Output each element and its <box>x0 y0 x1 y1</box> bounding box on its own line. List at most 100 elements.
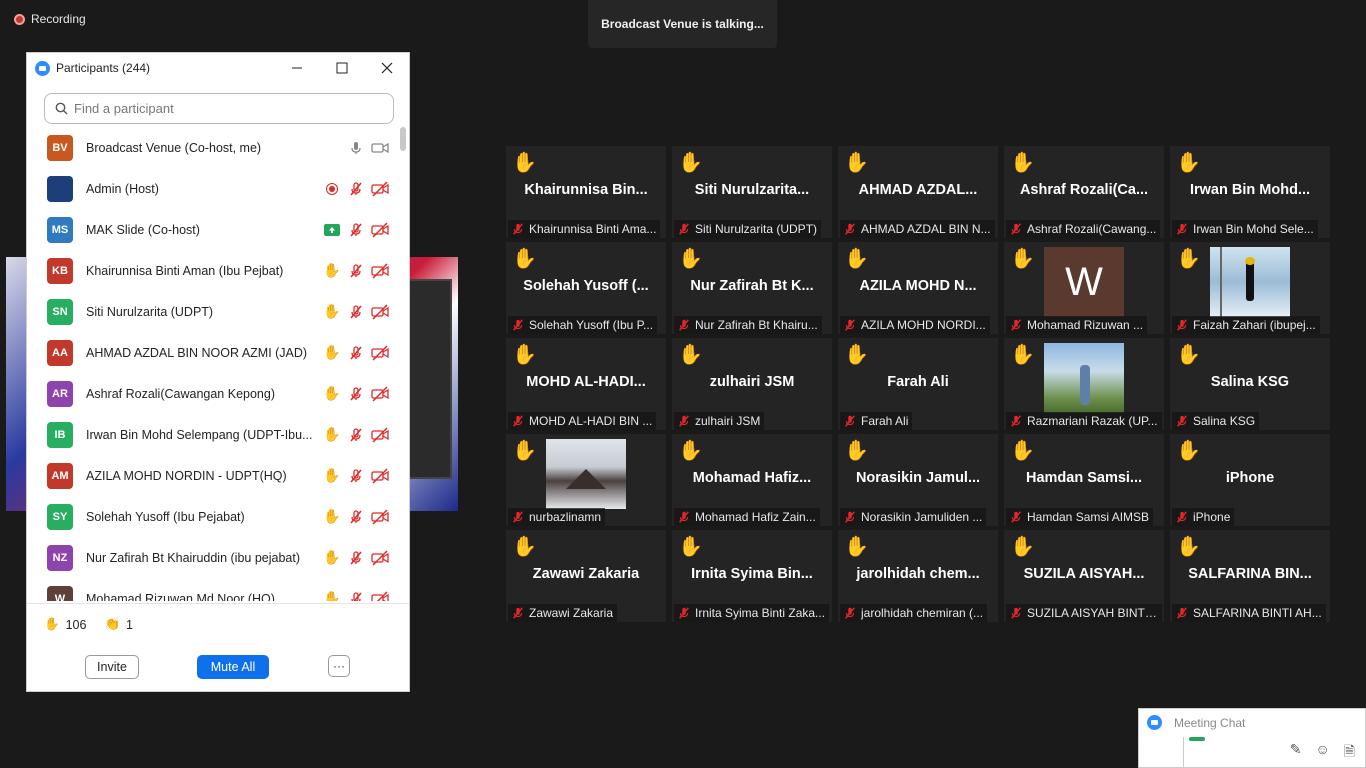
participant-row[interactable]: AM AZILA MOHD NORDIN - UDPT(HQ) ✋ <box>27 455 399 496</box>
avatar: AA <box>47 339 73 366</box>
tile-name-text: Irwan Bin Mohd Sele... <box>1193 222 1314 236</box>
tile-display-name: zulhairi JSM <box>709 374 795 390</box>
video-tile[interactable]: ✋ Farah Ali Farah Ali <box>838 338 998 430</box>
recording-indicator[interactable]: Recording <box>14 12 86 26</box>
participant-row[interactable]: SY Solehah Yusoff (Ibu Pejabat) ✋ <box>27 496 399 537</box>
maximize-button[interactable] <box>319 53 364 83</box>
video-tile[interactable]: ✋ Siti Nurulzarita... Siti Nurulzarita (UD… <box>672 146 832 238</box>
participant-search[interactable] <box>44 93 394 124</box>
video-camera-off-icon[interactable] <box>371 549 389 567</box>
video-tile[interactable]: ✋ Mohamad Hafiz... Mohamad Hafiz Zain... <box>672 434 832 526</box>
panel-footer: Invite Mute All ··· <box>27 653 409 681</box>
tile-name-text: AZILA MOHD NORDI... <box>861 318 986 332</box>
participant-list[interactable]: BV Broadcast Venue (Co-host, me) Admin (Ho… <box>27 127 399 601</box>
microphone-muted-icon[interactable] <box>347 262 365 280</box>
minimize-button[interactable] <box>274 53 319 83</box>
participant-row[interactable]: Admin (Host) <box>27 168 399 209</box>
video-tile[interactable]: ✋ nurbazlinamn <box>506 434 666 526</box>
file-icon[interactable]: 🗎 <box>1344 741 1355 765</box>
video-tile[interactable]: ✋ AZILA MOHD N... AZILA MOHD NORDI... <box>838 242 998 334</box>
microphone-muted-icon[interactable] <box>347 549 365 567</box>
participant-row[interactable]: W Mohamad Rizuwan Md Noor (HQ) ✋ <box>27 578 399 601</box>
raised-hand-icon: ✋ <box>678 152 703 174</box>
video-camera-off-icon[interactable] <box>371 508 389 526</box>
close-button[interactable] <box>364 53 409 83</box>
video-tile[interactable]: ✋ SUZILA AISYAH... SUZILA AISYAH BINTI ... <box>1004 530 1164 622</box>
participant-list-scrollbar[interactable] <box>399 127 407 601</box>
participant-row[interactable]: SN Siti Nurulzarita (UDPT) ✋ <box>27 291 399 332</box>
participant-row[interactable]: BV Broadcast Venue (Co-host, me) <box>27 127 399 168</box>
microphone-muted-icon <box>1175 510 1189 524</box>
video-tile[interactable]: ✋ iPhone iPhone <box>1170 434 1330 526</box>
video-tile[interactable]: ✋ zulhairi JSM zulhairi JSM <box>672 338 832 430</box>
avatar: KB <box>47 257 73 284</box>
video-tile[interactable]: ✋ Irwan Bin Mohd... Irwan Bin Mohd Sele... <box>1170 146 1330 238</box>
recording-icon <box>323 180 341 198</box>
video-camera-off-icon[interactable] <box>371 344 389 362</box>
microphone-muted-icon[interactable] <box>347 508 365 526</box>
mute-all-button[interactable]: Mute All <box>197 655 269 679</box>
participant-row[interactable]: IB Irwan Bin Mohd Selempang (UDPT-Ibu... ✋ <box>27 414 399 455</box>
video-camera-icon[interactable] <box>371 139 389 157</box>
participant-name: Siti Nurulzarita (UDPT) <box>86 304 214 319</box>
video-tile[interactable]: ✋ Zawawi Zakaria Zawawi Zakaria <box>506 530 666 622</box>
video-camera-off-icon[interactable] <box>371 303 389 321</box>
tile-display-name: AZILA MOHD N... <box>859 278 977 294</box>
raised-hand-icon: ✋ <box>678 536 703 558</box>
close-icon <box>381 62 392 74</box>
microphone-muted-icon[interactable] <box>347 467 365 485</box>
video-camera-off-icon[interactable] <box>371 467 389 485</box>
participant-row[interactable]: MS MAK Slide (Co-host) <box>27 209 399 250</box>
video-tile[interactable]: ✋ Khairunnisa Bin... Khairunnisa Binti Ama… <box>506 146 666 238</box>
video-tile[interactable]: ✋ Norasikin Jamul... Norasikin Jamuliden .… <box>838 434 998 526</box>
video-tile[interactable]: ✋ W Mohamad Rizuwan ... <box>1004 242 1164 334</box>
profile-picture: W <box>1044 247 1124 317</box>
video-tile[interactable]: ✋ Hamdan Samsi... Hamdan Samsi AIMSB <box>1004 434 1164 526</box>
video-tile[interactable]: ✋ Salina KSG Salina KSG <box>1170 338 1330 430</box>
video-tile[interactable]: ✋ AHMAD AZDAL... AHMAD AZDAL BIN N... <box>838 146 998 238</box>
tile-display-name: Solehah Yusoff (... <box>523 278 649 294</box>
microphone-muted-icon[interactable] <box>347 426 365 444</box>
clap-count: 1 <box>126 617 133 632</box>
raised-hand-icon: ✋ <box>1010 536 1035 558</box>
video-tile[interactable]: ✋ Faizah Zahari (ibupej... <box>1170 242 1330 334</box>
participant-row[interactable]: AA AHMAD AZDAL BIN NOOR AZMI (JAD) ✋ <box>27 332 399 373</box>
format-icon[interactable]: ✎ <box>1290 741 1302 765</box>
raised-hand-icon: ✋ <box>678 440 703 462</box>
video-camera-off-icon[interactable] <box>371 426 389 444</box>
microphone-muted-icon[interactable] <box>347 590 365 601</box>
participant-row[interactable]: AR Ashraf Rozali(Cawangan Kepong) ✋ <box>27 373 399 414</box>
video-tile[interactable]: ✋ MOHD AL-HADI... MOHD AL-HADI BIN ... <box>506 338 666 430</box>
microphone-muted-icon[interactable] <box>347 221 365 239</box>
video-camera-off-icon[interactable] <box>371 385 389 403</box>
microphone-icon[interactable] <box>347 139 365 157</box>
meeting-chat-panel[interactable]: Meeting Chat ✎ ☺ 🗎 <box>1138 708 1366 768</box>
tile-name-text: iPhone <box>1193 510 1231 524</box>
video-tile[interactable]: ✋ Razmariani Razak (UP... <box>1004 338 1164 430</box>
search-input[interactable] <box>74 101 374 116</box>
tile-name-text: nurbazlinamn <box>529 510 602 524</box>
invite-button[interactable]: Invite <box>85 655 139 679</box>
video-camera-off-icon[interactable] <box>371 262 389 280</box>
video-tile[interactable]: ✋ Ashraf Rozali(Ca... Ashraf Rozali(Cawang… <box>1004 146 1164 238</box>
microphone-muted-icon[interactable] <box>347 385 365 403</box>
video-camera-off-icon[interactable] <box>371 180 389 198</box>
video-tile[interactable]: ✋ Nur Zafirah Bt K... Nur Zafirah Bt Khair… <box>672 242 832 334</box>
video-camera-off-icon[interactable] <box>371 221 389 239</box>
microphone-muted-icon[interactable] <box>347 180 365 198</box>
video-tile[interactable]: ✋ Solehah Yusoff (... Solehah Yusoff (Ibu … <box>506 242 666 334</box>
emoji-icon[interactable]: ☺ <box>1315 741 1329 765</box>
microphone-muted-icon[interactable] <box>347 303 365 321</box>
avatar: AR <box>47 380 73 407</box>
tile-name-label: Faizah Zahari (ibupej... <box>1172 316 1320 334</box>
microphone-muted-icon[interactable] <box>347 344 365 362</box>
scroll-thumb[interactable] <box>400 127 406 151</box>
participant-row[interactable]: KB Khairunnisa Binti Aman (Ibu Pejbat) ✋ <box>27 250 399 291</box>
video-tile[interactable]: ✋ jarolhidah chem... jarolhidah chemiran (… <box>838 530 998 622</box>
video-tile[interactable]: ✋ Irnita Syima Bin... Irnita Syima Binti Z… <box>672 530 832 622</box>
more-options-button[interactable]: ··· <box>328 655 350 677</box>
raised-hand-icon: ✋ <box>512 152 537 174</box>
video-camera-off-icon[interactable] <box>371 590 389 601</box>
video-tile[interactable]: ✋ SALFARINA BIN... SALFARINA BINTI AH... <box>1170 530 1330 622</box>
participant-row[interactable]: NZ Nur Zafirah Bt Khairuddin (ibu pejabat… <box>27 537 399 578</box>
